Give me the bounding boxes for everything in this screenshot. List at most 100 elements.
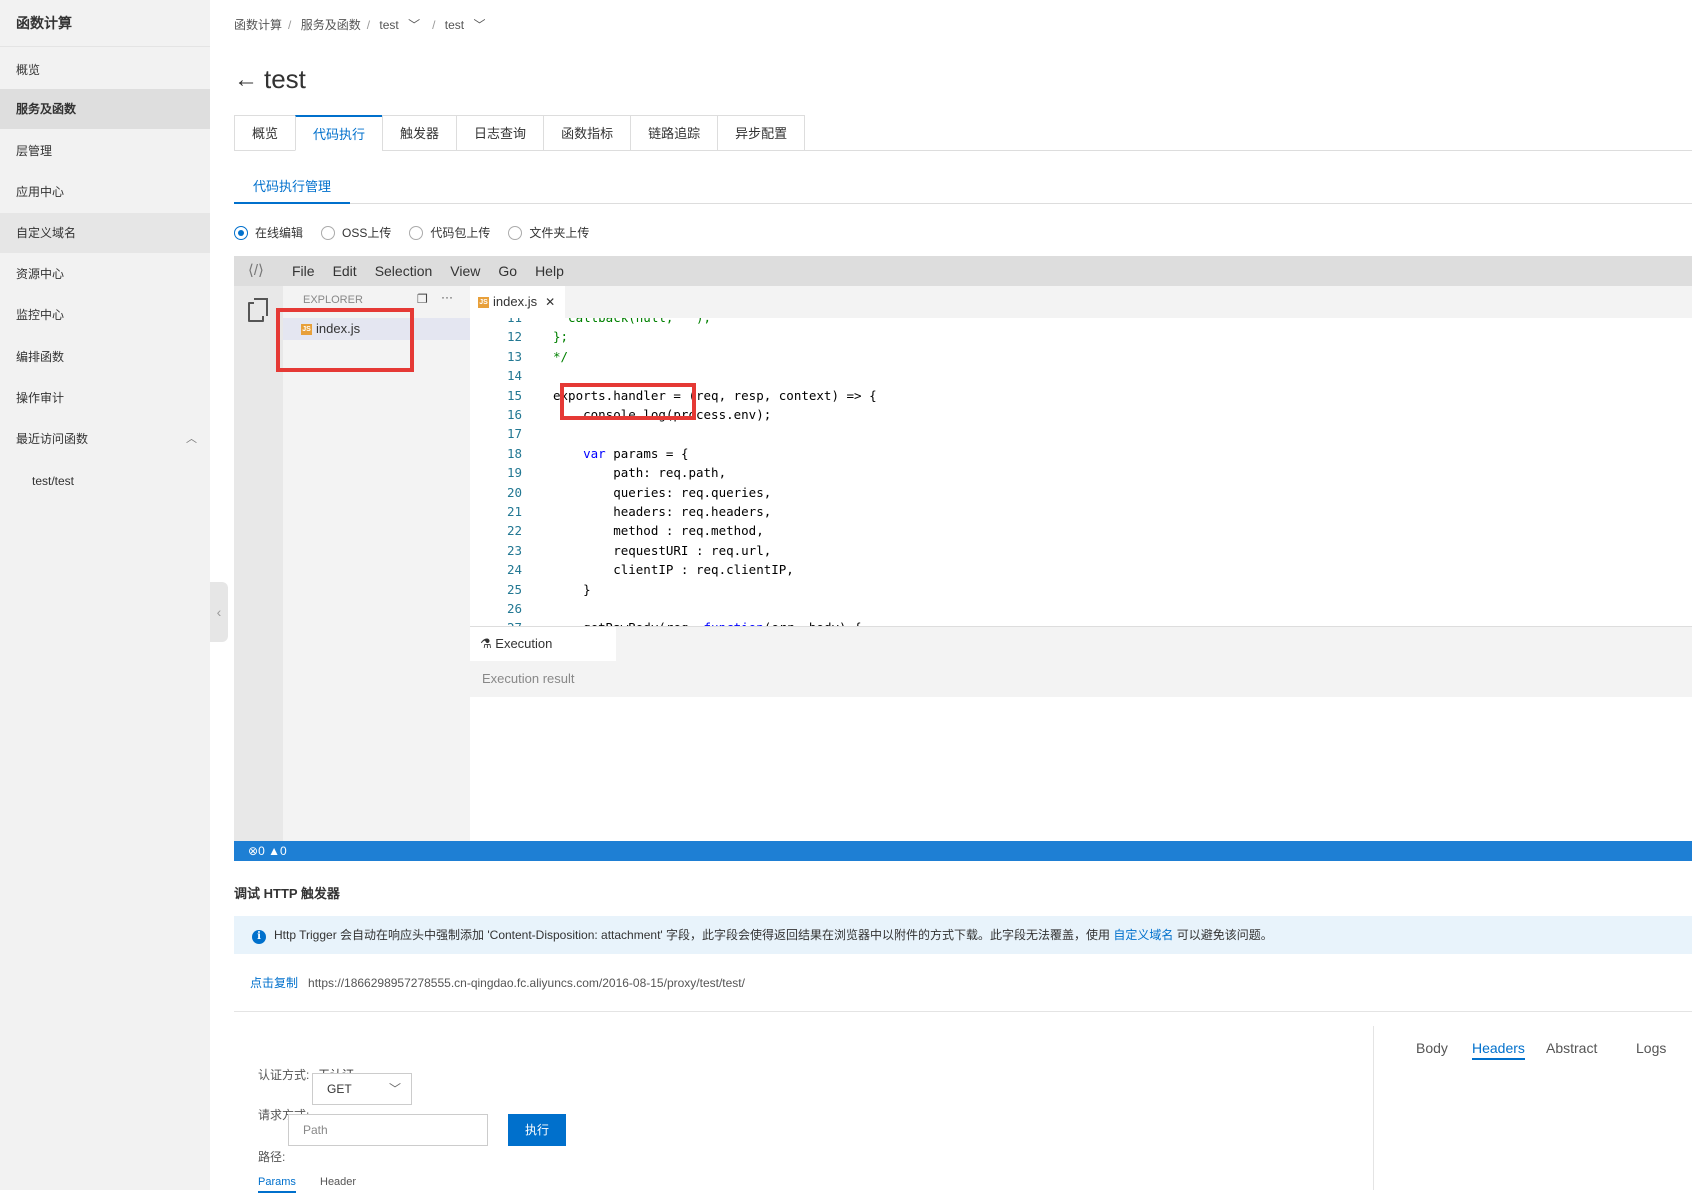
sidebar-item-recent[interactable]: 最近访问函数 ︿: [0, 419, 210, 459]
editor-tabbar: JS index.js ✕: [470, 286, 1692, 318]
radio-folder-upload[interactable]: 文件夹上传: [508, 224, 589, 241]
breadcrumb: 函数计算 / 服务及函数 / test ﹀ / test ﹀: [234, 16, 498, 33]
breadcrumb-service-list[interactable]: 服务及函数: [301, 18, 361, 32]
sidebar-item-resource-center[interactable]: 资源中心: [0, 254, 210, 294]
line-number: 24: [506, 562, 522, 578]
tab-async[interactable]: 异步配置: [717, 115, 806, 151]
tab-code-management[interactable]: 代码执行管理: [234, 176, 350, 204]
http-trigger-title: 调试 HTTP 触发器: [234, 886, 340, 901]
line-number: 27: [470, 618, 522, 626]
chevron-up-icon: ︿: [186, 433, 197, 445]
tab-body[interactable]: Body: [1416, 1040, 1448, 1056]
sidebar-title: 函数计算: [16, 15, 72, 31]
tab-metrics[interactable]: 函数指标: [543, 115, 631, 151]
trigger-url: https://1866298957278555.cn-qingdao.fc.a…: [308, 976, 745, 990]
line-number: 20: [506, 484, 522, 500]
sidebar-item-monitor-center[interactable]: 监控中心: [0, 295, 210, 335]
line-number: 21: [506, 504, 522, 519]
sidebar-recent-function[interactable]: test/test: [32, 474, 74, 488]
code-text: };: [553, 329, 569, 345]
tab-overview[interactable]: 概览: [234, 115, 296, 151]
line-number: 13: [506, 348, 522, 364]
code-line: 23 requestURI : req.url,: [470, 541, 771, 560]
radio-oss-upload[interactable]: OSS上传: [321, 224, 391, 241]
custom-domain-link[interactable]: 自定义域名: [1113, 928, 1173, 942]
menu-selection[interactable]: Selection: [375, 263, 433, 279]
explorer-title: EXPLORER: [303, 294, 363, 304]
tab-triggers[interactable]: 触发器: [382, 115, 457, 151]
back-arrow-icon[interactable]: ←: [234, 66, 258, 94]
divider: [234, 203, 1692, 204]
sidebar-item-custom-domain[interactable]: 自定义域名: [0, 213, 210, 253]
chevron-down-icon: ﹀: [473, 18, 486, 32]
copy-link[interactable]: 点击复制: [250, 976, 298, 990]
menu-help[interactable]: Help: [535, 263, 564, 279]
sidebar: 函数计算 概览 服务及函数 层管理 应用中心 自定义域名 资源中心 监控中心 编…: [0, 0, 210, 1190]
sidebar-item-recent-label: 最近访问函数: [16, 432, 89, 446]
code-line: 22 method : req.method,: [470, 521, 764, 540]
code-text: var params = {: [583, 445, 689, 461]
info-icon: i: [252, 930, 266, 944]
code-area[interactable]: 11 callback(null, '');12};13*/1415export…: [470, 318, 1692, 626]
breadcrumb-root[interactable]: 函数计算: [234, 18, 282, 32]
code-text: }: [553, 581, 591, 597]
sidebar-item-overview[interactable]: 概览: [0, 50, 210, 90]
code-text: method : req.method,: [553, 523, 764, 539]
menu-view[interactable]: View: [450, 263, 480, 279]
code-text: headers: req.headers,: [553, 504, 772, 519]
chevron-left-icon: ‹: [216, 604, 222, 620]
tab-abstract[interactable]: Abstract: [1546, 1040, 1597, 1056]
tab-logs-result[interactable]: Logs: [1636, 1040, 1666, 1056]
code-line: 20 queries: req.queries,: [470, 483, 771, 502]
run-button[interactable]: 执行: [508, 1114, 566, 1146]
ide-menubar: ⟨/⟩ File Edit Selection View Go Help: [234, 256, 1692, 286]
more-icon[interactable]: ···: [441, 290, 453, 304]
code-line: 18 var params = {: [470, 444, 689, 463]
method-select[interactable]: GET ﹀: [312, 1073, 412, 1105]
menu-file[interactable]: File: [292, 263, 315, 279]
execution-result-body: [470, 697, 1692, 841]
trigger-url-row: 点击复制 https://1866298957278555.cn-qingdao.…: [234, 954, 1692, 1012]
tab-headers[interactable]: Headers: [1472, 1040, 1525, 1060]
radio-zip-upload[interactable]: 代码包上传: [409, 224, 490, 241]
ide-statusbar: ⊗0 ▲0: [234, 841, 1692, 861]
tab-code[interactable]: 代码执行: [295, 115, 383, 151]
request-panel: 认证方式: 无认证 请求方式: GET﹀ 路径: 执行 Params Heade…: [234, 1026, 1374, 1193]
code-editor: ⟨/⟩ File Edit Selection View Go Help EXP…: [234, 256, 1692, 861]
tab-tracing[interactable]: 链路追踪: [630, 115, 718, 151]
path-label: 路径:: [258, 1150, 286, 1164]
tab-header[interactable]: Header: [320, 1176, 356, 1188]
sidebar-item-flow[interactable]: 编排函数: [0, 337, 210, 377]
line-number: 14: [506, 368, 522, 384]
path-input[interactable]: [288, 1114, 488, 1146]
files-icon[interactable]: [248, 298, 268, 322]
breadcrumb-function[interactable]: test ﹀: [445, 18, 492, 32]
menu-go[interactable]: Go: [498, 263, 517, 279]
code-text: callback(null, '');: [553, 318, 711, 327]
warning-icon: ▲: [268, 844, 280, 858]
chevron-down-icon: ﹀: [408, 18, 421, 32]
code-line: 16 console.log(process.env);: [470, 405, 771, 424]
sidebar-collapse-handle[interactable]: ‹: [210, 582, 228, 642]
tab-logs[interactable]: 日志查询: [456, 115, 544, 151]
editor-tab-index-js[interactable]: JS index.js ✕: [470, 286, 565, 318]
sidebar-item-services[interactable]: 服务及函数: [0, 89, 210, 129]
divider: [0, 46, 210, 47]
tab-params[interactable]: Params: [258, 1176, 296, 1193]
results-tabbar: ⚗ Execution Results✕: [470, 626, 1692, 685]
breadcrumb-service[interactable]: test ﹀: [379, 18, 426, 32]
ide-logo-icon: ⟨/⟩: [248, 262, 264, 279]
line-number: 18: [506, 445, 522, 461]
menu-edit[interactable]: Edit: [333, 263, 357, 279]
close-icon[interactable]: ✕: [545, 295, 555, 309]
line-number: 17: [506, 426, 522, 442]
sidebar-item-app-center[interactable]: 应用中心: [0, 172, 210, 212]
radio-online-edit[interactable]: 在线编辑: [234, 224, 303, 241]
sidebar-item-audit[interactable]: 操作审计: [0, 378, 210, 418]
code-line: 17: [470, 424, 522, 443]
info-notice: i Http Trigger 会自动在响应头中强制添加 'Content-Disp…: [234, 916, 1692, 954]
tab-execution-results[interactable]: ⚗ Execution Results✕: [470, 627, 616, 685]
sidebar-item-layers[interactable]: 层管理: [0, 131, 210, 171]
code-line: 15 exports.handler = (req, resp, context)…: [470, 386, 877, 405]
collapse-all-icon[interactable]: ❐: [417, 292, 428, 306]
